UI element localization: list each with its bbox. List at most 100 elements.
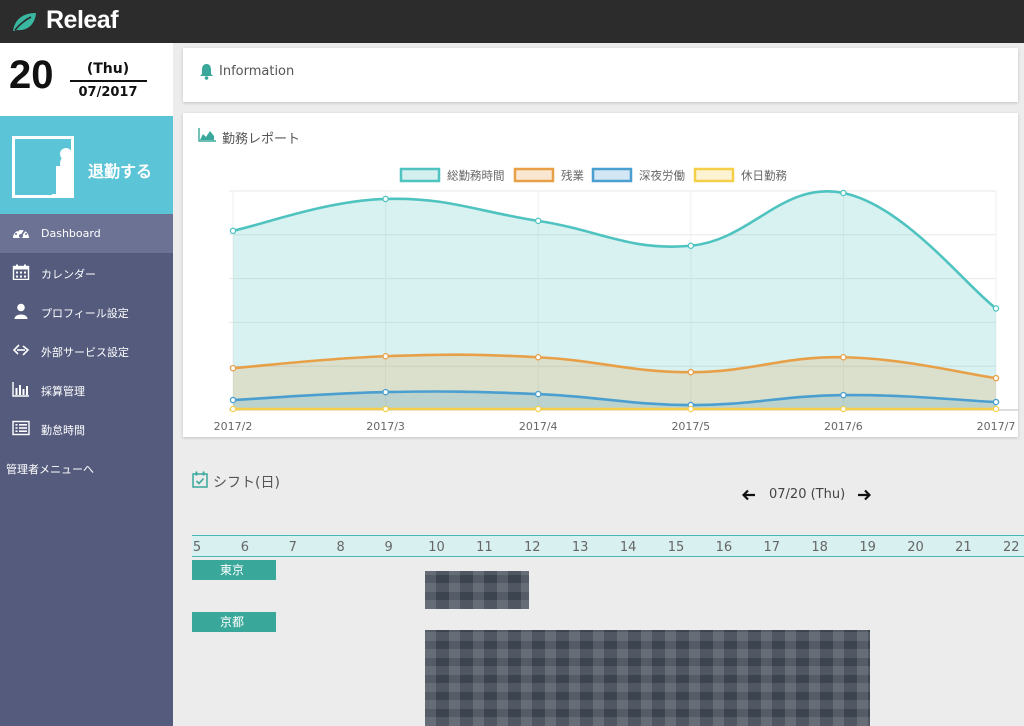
next-day-arrow-icon[interactable] xyxy=(857,488,871,502)
top-bar: Releaf xyxy=(0,0,1024,43)
hour-label: 16 xyxy=(715,540,733,555)
calendar-check-icon xyxy=(192,471,208,488)
shift-title: シフト(日) xyxy=(213,475,280,491)
sidebar-item-calendar[interactable]: カレンダー xyxy=(0,253,173,292)
x-tick-label: 2017/6 xyxy=(824,420,863,433)
date-weekday: (Thu) xyxy=(86,61,130,77)
hour-label: 11 xyxy=(476,540,493,555)
list-icon xyxy=(12,420,30,436)
hour-label: 9 xyxy=(384,540,393,555)
shift-current-date: 07/20 (Thu) xyxy=(769,487,846,502)
sidebar-item-label: 外部サービス設定 xyxy=(41,346,129,359)
sidebar-item-profitability[interactable]: 採算管理 xyxy=(0,370,173,409)
data-point xyxy=(992,398,1000,406)
hour-scale: 5 6 7 8 9 10 11 12 13 14 15 16 17 18 19 20 21 22 xyxy=(192,535,1024,557)
blurred-shift-block xyxy=(425,630,870,726)
legend-swatch xyxy=(399,167,441,183)
data-point xyxy=(687,368,695,376)
legend-label: 深夜労働 xyxy=(639,169,685,183)
sidebar-item-label: 採算管理 xyxy=(41,385,85,398)
clock-out-button[interactable]: 退勤する xyxy=(0,116,173,214)
location-badge-kyoto: 京都 xyxy=(192,612,276,632)
data-point xyxy=(840,405,847,413)
hour-label: 12 xyxy=(524,540,541,555)
sidebar-item-label: カレンダー xyxy=(41,268,96,281)
legend-label: 休日勤務 xyxy=(741,169,787,183)
information-panel: Information xyxy=(183,48,1018,102)
date-divider xyxy=(70,80,147,82)
data-point xyxy=(382,388,389,396)
x-tick-label: 2017/2 xyxy=(214,420,253,433)
app-logo-text[interactable]: Releaf xyxy=(46,6,119,35)
calendar-icon xyxy=(12,264,30,280)
sidebar-item-profile[interactable]: プロフィール設定 xyxy=(0,292,173,331)
hour-label: 5 xyxy=(192,540,202,555)
hour-label: 18 xyxy=(811,540,828,555)
x-tick-label: 2017/4 xyxy=(519,420,558,433)
data-point xyxy=(992,305,1000,312)
data-point xyxy=(229,405,237,413)
data-point xyxy=(534,405,542,413)
blurred-shift-block xyxy=(425,571,529,609)
hour-label: 10 xyxy=(428,540,445,555)
hour-label: 20 xyxy=(907,540,924,555)
data-point xyxy=(534,217,542,225)
data-point xyxy=(229,227,237,235)
legend-label: 総勤務時間 xyxy=(447,169,505,183)
x-tick-label: 2017/3 xyxy=(366,420,405,433)
sidebar-nav: Dashboard カレンダー プロフィール設定 外部サービス設定 採算管理 勤… xyxy=(0,214,173,448)
leaf-icon xyxy=(13,13,36,31)
dashboard-icon xyxy=(13,229,29,238)
data-point xyxy=(840,353,847,361)
hour-label: 6 xyxy=(240,540,250,555)
data-point xyxy=(382,195,389,203)
data-point xyxy=(992,405,1000,413)
data-point xyxy=(534,353,542,361)
legend-label: 残業 xyxy=(561,169,584,183)
data-point xyxy=(687,242,695,249)
bar-chart-icon xyxy=(12,382,29,397)
hour-label: 19 xyxy=(859,540,876,555)
work-report-chart: 2017/2 2017/3 2017/4 2017/5 2017/6 2017/7 総勤務時… xyxy=(214,167,1018,433)
clock-out-label: 退勤する xyxy=(88,162,153,181)
data-point xyxy=(229,396,237,404)
hour-label: 13 xyxy=(571,540,589,555)
date-display: 20 (Thu) 07/2017 xyxy=(0,43,173,116)
hour-label: 22 xyxy=(1003,540,1020,555)
information-title: Information xyxy=(219,64,295,79)
link-icon xyxy=(12,344,30,356)
bell-icon xyxy=(200,64,213,80)
date-day: 20 xyxy=(9,53,54,97)
legend-swatch xyxy=(591,167,633,183)
data-point xyxy=(687,405,695,413)
hour-label: 8 xyxy=(336,540,345,555)
hour-label: 14 xyxy=(619,540,637,555)
data-point xyxy=(229,364,237,372)
data-point xyxy=(534,390,542,398)
previous-day-arrow-icon[interactable] xyxy=(742,488,756,502)
work-report-panel: 勤務レポート 2017/2 2017/3 2017/4 2017/5 2017/6 201… xyxy=(183,113,1018,437)
data-point xyxy=(840,391,847,399)
shift-panel: シフト(日) 07/20 (Thu) 5 6 7 8 9 10 11 12 13 14 15 16 17… xyxy=(183,447,1024,726)
location-badge-tokyo: 東京 xyxy=(192,560,276,580)
admin-menu-link[interactable]: 管理者メニューへ xyxy=(6,461,94,477)
x-tick-label: 2017/7 xyxy=(977,420,1016,433)
clock-card-icon xyxy=(12,136,74,198)
sidebar-item-label: プロフィール設定 xyxy=(41,307,129,320)
data-point xyxy=(840,189,847,197)
user-icon xyxy=(14,303,28,319)
date-month-year: 07/2017 xyxy=(78,85,138,100)
data-point xyxy=(382,352,389,360)
hour-label: 15 xyxy=(667,540,685,555)
data-point xyxy=(992,374,1000,382)
sidebar: 20 (Thu) 07/2017 退勤する Dashboard カレンダー プロ… xyxy=(0,43,173,726)
data-point xyxy=(382,405,389,413)
legend-swatch xyxy=(693,167,735,183)
sidebar-item-label: Dashboard xyxy=(41,227,101,240)
sidebar-item-dashboard[interactable]: Dashboard xyxy=(0,214,173,253)
hour-label: 7 xyxy=(288,540,297,555)
hour-label: 17 xyxy=(763,540,781,555)
sidebar-item-attendance[interactable]: 勤怠時間 xyxy=(0,409,173,448)
sidebar-item-external-services[interactable]: 外部サービス設定 xyxy=(0,331,173,370)
legend-swatch xyxy=(513,167,555,183)
